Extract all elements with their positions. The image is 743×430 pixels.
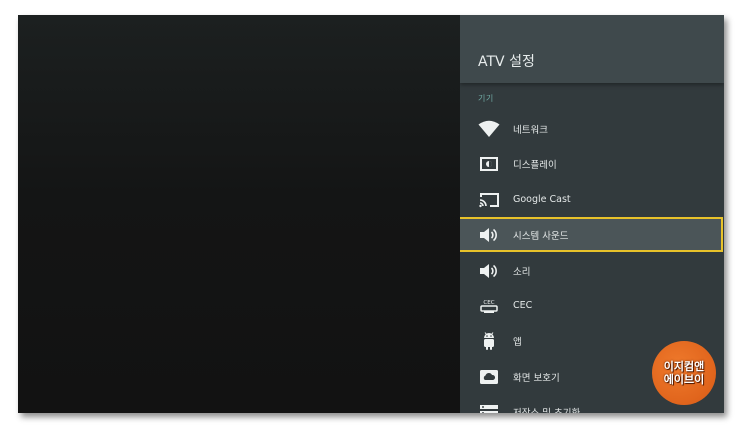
cec-icon-text: CEC <box>483 300 494 306</box>
watermark-logo: 이지컴앤 에이브이 <box>652 341 716 405</box>
menu-item-label: 네트워크 <box>513 124 548 136</box>
menu-item-label: 디스플레이 <box>513 159 557 171</box>
menu-item-network[interactable]: 네트워크 <box>460 111 724 146</box>
menu-item-label: 화면 보호기 <box>513 372 560 384</box>
panel-title: ATV 설정 <box>478 54 535 70</box>
background-preview <box>18 15 460 413</box>
menu-item-google-cast[interactable]: Google Cast <box>460 182 724 217</box>
menu-item-system-sound[interactable]: 시스템 사운드 <box>460 217 723 252</box>
section-label-device: 기기 <box>478 94 494 103</box>
menu-item-label: 저장소 및 초기화 <box>513 407 581 414</box>
cec-icon: CEC <box>478 296 500 316</box>
menu-item-display[interactable]: 디스플레이 <box>460 146 724 181</box>
screensaver-icon <box>478 367 500 387</box>
menu-item-label: Google Cast <box>513 194 571 205</box>
watermark-line-2: 에이브이 <box>663 373 705 386</box>
android-icon <box>478 331 500 351</box>
cast-icon <box>478 190 500 210</box>
tv-screen: ATV 설정 기기 네트워크 디스플레이 Google Cast 시스템 사운드… <box>18 15 724 413</box>
menu-item-label: 앱 <box>513 336 522 348</box>
storage-icon <box>478 402 500 413</box>
watermark-line-1: 이지컴앤 <box>663 360 705 373</box>
speaker-icon <box>478 261 500 281</box>
display-icon <box>478 154 500 174</box>
wifi-icon <box>478 119 500 139</box>
speaker-icon <box>478 225 500 245</box>
menu-item-label: 소리 <box>513 266 531 278</box>
menu-item-label: CEC <box>513 300 533 311</box>
menu-item-cec[interactable]: CEC CEC <box>460 288 724 323</box>
panel-header: ATV 설정 <box>460 15 724 83</box>
menu-item-sound[interactable]: 소리 <box>460 253 724 288</box>
menu-item-label: 시스템 사운드 <box>513 230 569 242</box>
